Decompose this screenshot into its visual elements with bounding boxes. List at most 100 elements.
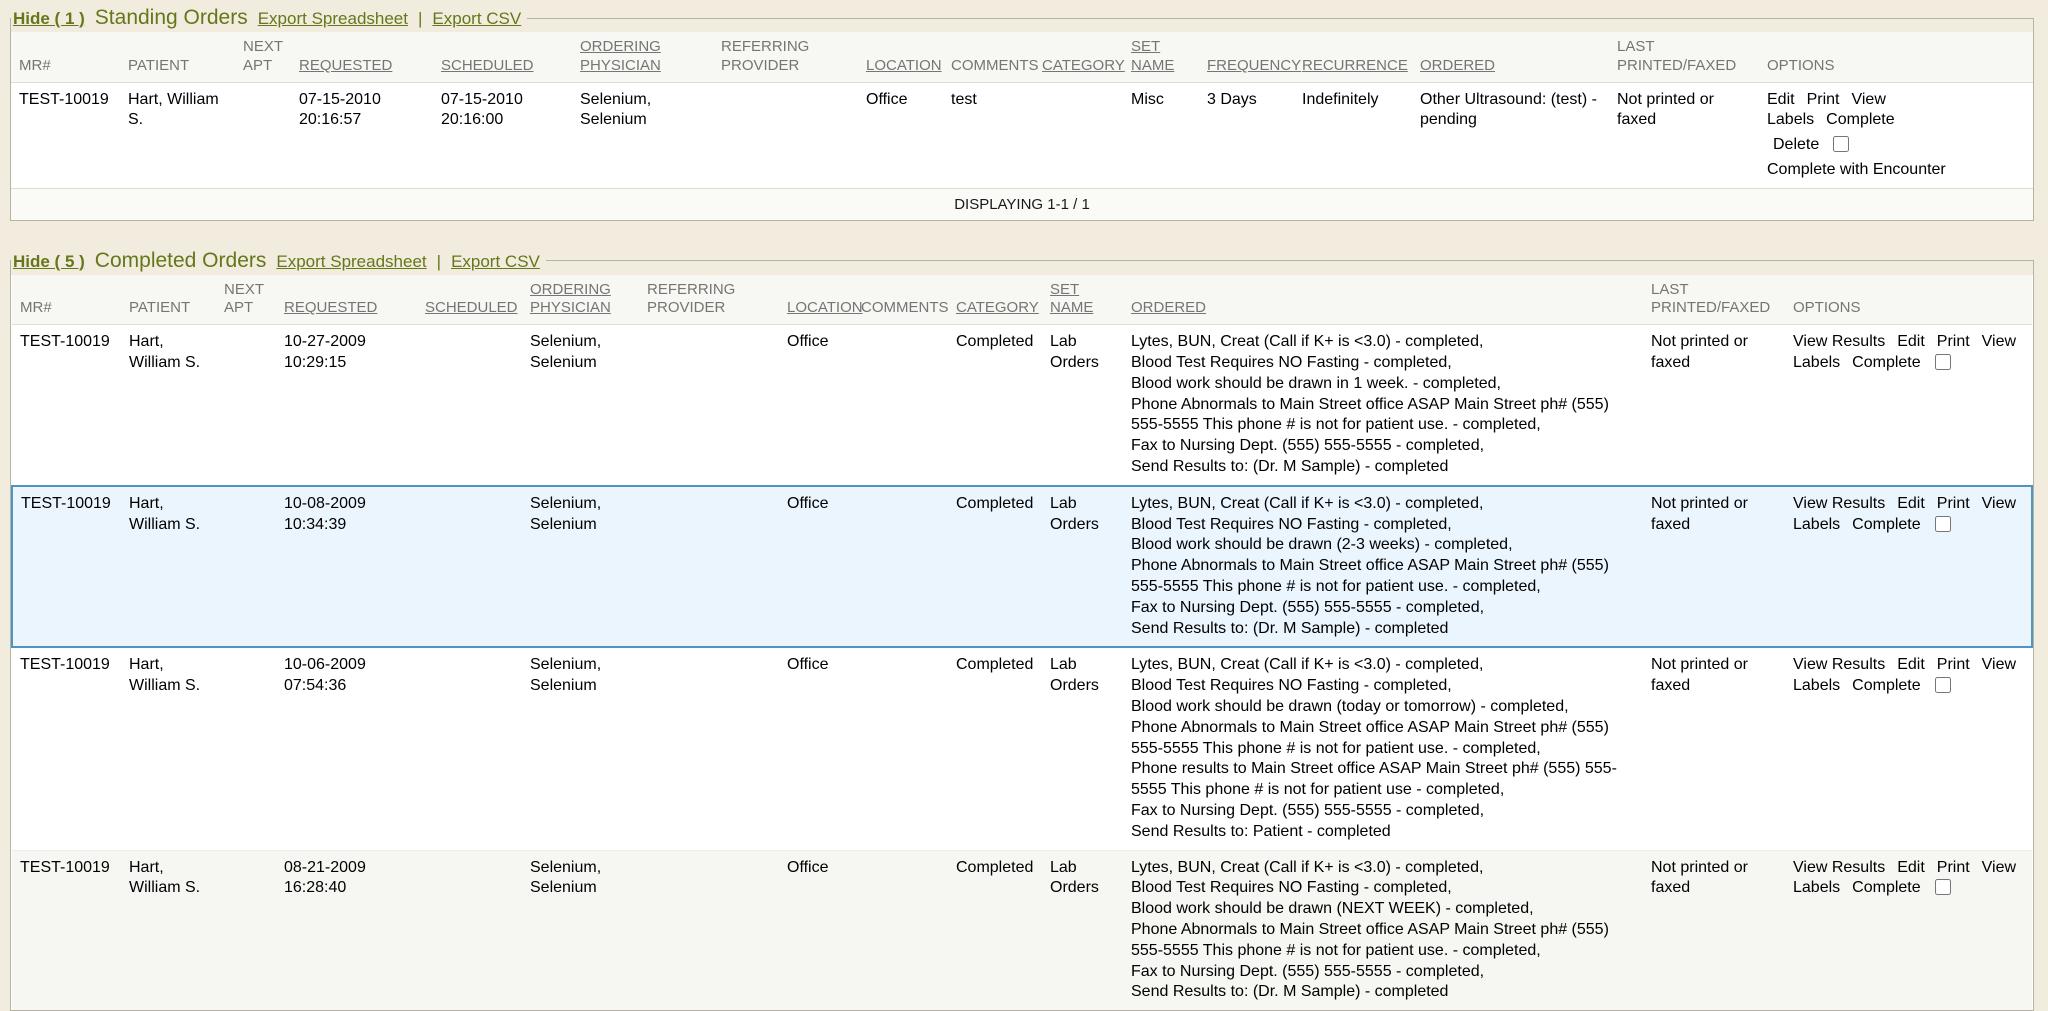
cell-mr: TEST-10019 bbox=[12, 486, 121, 648]
options-line-2: Delete bbox=[1767, 135, 2025, 156]
cell-category: Completed bbox=[948, 647, 1042, 850]
standing-export-spreadsheet-link[interactable]: Export Spreadsheet bbox=[258, 9, 408, 29]
print-link[interactable]: Print bbox=[1937, 333, 1970, 350]
complete-link[interactable]: Complete bbox=[1826, 111, 1894, 128]
sort-recurrence-link[interactable]: RECURRENCE bbox=[1302, 57, 1408, 74]
sort-ordered-link[interactable]: ORDERED bbox=[1131, 299, 1206, 316]
sort-category-link[interactable]: CATEGORY bbox=[956, 299, 1039, 316]
completed-export-csv-link[interactable]: Export CSV bbox=[451, 252, 540, 272]
ordered-item: Lytes, BUN, Creat (Call if K+ is <3.0) -… bbox=[1131, 494, 1635, 515]
sort-set-name-link[interactable]: SET NAME bbox=[1131, 38, 1174, 74]
options-line-3: Complete with Encounter bbox=[1767, 160, 2025, 181]
ordered-item: Send Results to: (Dr. M Sample) - comple… bbox=[1131, 619, 1635, 640]
complete-link[interactable]: Complete bbox=[1852, 516, 1920, 533]
cell-comments: test bbox=[943, 82, 1034, 188]
ordered-item: Blood work should be drawn (2-3 weeks) -… bbox=[1131, 535, 1635, 556]
cell-location: Office bbox=[779, 647, 853, 850]
view-results-link[interactable]: View Results bbox=[1793, 495, 1885, 512]
cell-comments bbox=[853, 325, 948, 486]
order-checkbox[interactable] bbox=[1833, 136, 1849, 152]
cell-set-name: Lab Orders bbox=[1042, 325, 1123, 486]
ordered-item: Send Results to: Patient - completed bbox=[1131, 822, 1635, 843]
complete-link[interactable]: Complete bbox=[1852, 354, 1920, 371]
ordered-item: Blood work should be drawn (today or tom… bbox=[1131, 697, 1635, 718]
sort-frequency-link[interactable]: FREQUENCY bbox=[1207, 57, 1301, 74]
column-header-requested: REQUESTED bbox=[291, 32, 433, 82]
column-header-scheduled: SCHEDULED bbox=[433, 32, 572, 82]
cell-ordering-physician: Selenium, Selenium bbox=[522, 850, 639, 1010]
cell-scheduled bbox=[417, 325, 522, 486]
cell-patient: Hart, William S. bbox=[121, 647, 216, 850]
order-checkbox[interactable] bbox=[1935, 879, 1951, 895]
cell-comments bbox=[853, 647, 948, 850]
sort-ordering-physician-link[interactable]: ORDERING PHYSICIAN bbox=[530, 281, 611, 317]
cell-referring-provider bbox=[713, 82, 858, 188]
view-results-link[interactable]: View Results bbox=[1793, 333, 1885, 350]
cell-options: EditPrintView LabelsComplete Delete Comp… bbox=[1759, 82, 2033, 188]
cell-requested: 08-21-2009 16:28:40 bbox=[276, 850, 417, 1010]
column-header-referring-provider: REFERRING PROVIDER bbox=[713, 32, 858, 82]
column-header-comments: COMMENTS bbox=[853, 275, 948, 325]
column-header-patient: PATIENT bbox=[120, 32, 235, 82]
ordered-item: Fax to Nursing Dept. (555) 555-5555 - co… bbox=[1131, 962, 1635, 983]
sort-location-link[interactable]: LOCATION bbox=[866, 57, 942, 74]
ordered-item: Blood Test Requires NO Fasting - complet… bbox=[1131, 353, 1635, 374]
order-checkbox[interactable] bbox=[1935, 354, 1951, 370]
cell-scheduled: 07-15-2010 20:16:00 bbox=[433, 82, 572, 188]
sort-category-link[interactable]: CATEGORY bbox=[1042, 57, 1125, 74]
cell-ordering-physician: Selenium, Selenium bbox=[572, 82, 713, 188]
column-header-location: LOCATION bbox=[779, 275, 853, 325]
ordered-item: Phone Abnormals to Main Street office AS… bbox=[1131, 718, 1635, 760]
cell-location: Office bbox=[779, 486, 853, 648]
print-link[interactable]: Print bbox=[1807, 91, 1840, 108]
ordered-item: Lytes, BUN, Creat (Call if K+ is <3.0) -… bbox=[1131, 655, 1635, 676]
sort-scheduled-link[interactable]: SCHEDULED bbox=[425, 299, 518, 316]
column-header-category: CATEGORY bbox=[1034, 32, 1123, 82]
edit-link[interactable]: Edit bbox=[1897, 333, 1925, 350]
standing-hide-toggle-link[interactable]: Hide ( 1 ) bbox=[13, 9, 85, 29]
column-header-set-name: SET NAME bbox=[1123, 32, 1199, 82]
view-results-link[interactable]: View Results bbox=[1793, 859, 1885, 876]
sort-ordered-link[interactable]: ORDERED bbox=[1420, 57, 1495, 74]
cell-referring-provider bbox=[639, 850, 779, 1010]
delete-link[interactable]: Delete bbox=[1773, 136, 1819, 153]
view-results-link[interactable]: View Results bbox=[1793, 656, 1885, 673]
order-checkbox[interactable] bbox=[1935, 516, 1951, 532]
ordered-item: Fax to Nursing Dept. (555) 555-5555 - co… bbox=[1131, 801, 1635, 822]
complete-link[interactable]: Complete bbox=[1852, 677, 1920, 694]
column-header-mr: MR# bbox=[12, 275, 121, 325]
print-link[interactable]: Print bbox=[1937, 495, 1970, 512]
standing-export-csv-link[interactable]: Export CSV bbox=[432, 9, 521, 29]
sort-set-name-link[interactable]: SET NAME bbox=[1050, 281, 1093, 317]
print-link[interactable]: Print bbox=[1937, 656, 1970, 673]
edit-link[interactable]: Edit bbox=[1897, 656, 1925, 673]
cell-set-name: Misc bbox=[1123, 82, 1199, 188]
print-link[interactable]: Print bbox=[1937, 859, 1970, 876]
complete-with-encounter-link[interactable]: Complete with Encounter bbox=[1767, 161, 1946, 178]
ordered-item: Phone Abnormals to Main Street office AS… bbox=[1131, 395, 1635, 437]
cell-requested: 10-06-2009 07:54:36 bbox=[276, 647, 417, 850]
ordered-item: Blood Test Requires NO Fasting - complet… bbox=[1131, 676, 1635, 697]
sort-scheduled-link[interactable]: SCHEDULED bbox=[441, 57, 534, 74]
completed-export-spreadsheet-link[interactable]: Export Spreadsheet bbox=[276, 252, 426, 272]
ordered-item: Blood work should be drawn in 1 week. - … bbox=[1131, 374, 1635, 395]
completed-hide-toggle-link[interactable]: Hide ( 5 ) bbox=[13, 252, 85, 272]
sort-location-link[interactable]: LOCATION bbox=[787, 299, 863, 316]
order-checkbox[interactable] bbox=[1935, 677, 1951, 693]
cell-mr: TEST-10019 bbox=[12, 647, 121, 850]
sort-ordering-physician-link[interactable]: ORDERING PHYSICIAN bbox=[580, 38, 661, 74]
cell-set-name: Lab Orders bbox=[1042, 647, 1123, 850]
column-header-recurrence: RECURRENCE bbox=[1294, 32, 1412, 82]
export-links-divider: | bbox=[418, 9, 422, 29]
edit-link[interactable]: Edit bbox=[1897, 495, 1925, 512]
sort-requested-link[interactable]: REQUESTED bbox=[299, 57, 392, 74]
completed-section-title: Completed Orders bbox=[95, 249, 267, 273]
edit-link[interactable]: Edit bbox=[1767, 91, 1795, 108]
completed-order-row: TEST-10019 Hart, William S. 10-06-2009 0… bbox=[12, 647, 2032, 850]
cell-next-apt bbox=[216, 486, 276, 648]
complete-link[interactable]: Complete bbox=[1852, 879, 1920, 896]
edit-link[interactable]: Edit bbox=[1897, 859, 1925, 876]
sort-requested-link[interactable]: REQUESTED bbox=[284, 299, 377, 316]
cell-set-name: Lab Orders bbox=[1042, 486, 1123, 648]
cell-category: Completed bbox=[948, 325, 1042, 486]
